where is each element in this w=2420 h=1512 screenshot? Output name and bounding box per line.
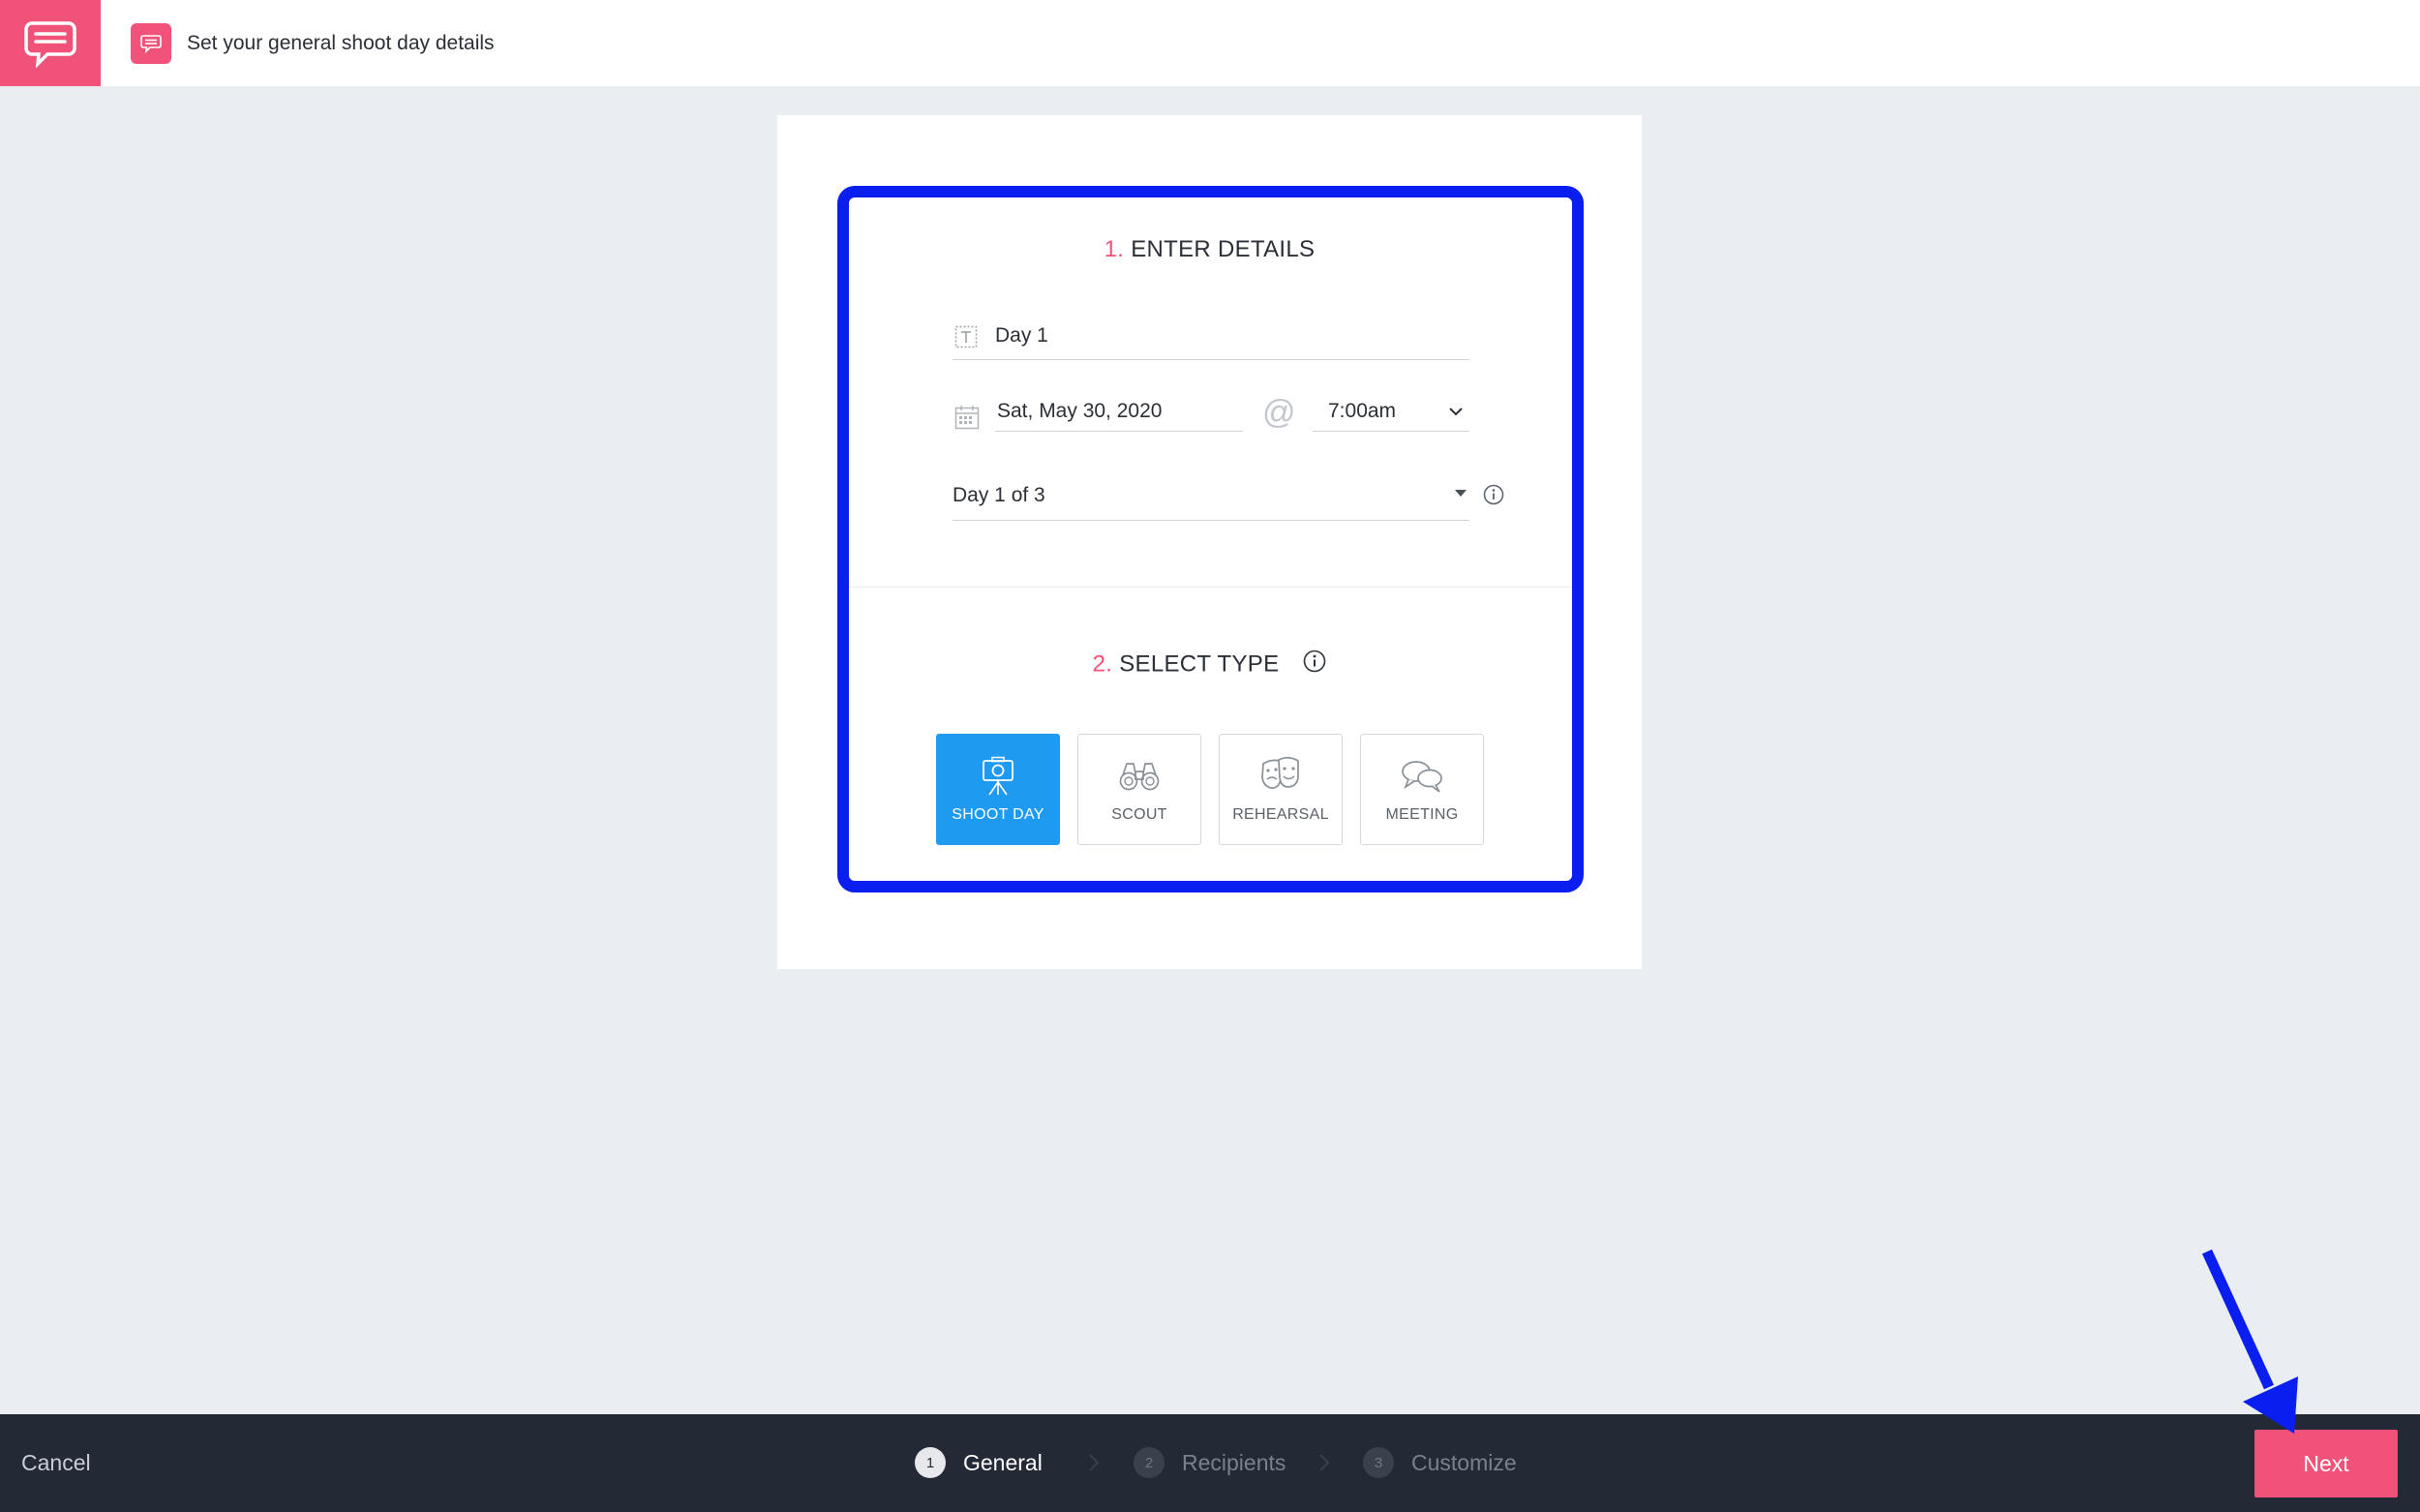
step-customize[interactable]: 3 Customize	[1363, 1447, 1517, 1478]
wizard-footer: Cancel 1 General 2 Recipients 3 Customiz…	[0, 1414, 2420, 1512]
top-header: Set your general shoot day details	[0, 0, 2420, 86]
cancel-button[interactable]: Cancel	[21, 1448, 91, 1477]
step-number-badge: 3	[1363, 1447, 1394, 1478]
annotation-arrow	[2201, 1249, 2298, 1434]
step-number-badge: 2	[1134, 1447, 1165, 1478]
step-label: Recipients	[1182, 1449, 1286, 1475]
chat-bubble-icon	[24, 20, 76, 68]
step-label: General	[963, 1449, 1043, 1475]
step-general[interactable]: 1 General	[915, 1447, 1043, 1478]
annotation-highlight-box	[837, 186, 1584, 892]
chevron-right-icon	[1089, 1454, 1100, 1471]
chat-bubble-icon	[140, 35, 162, 53]
step-number-badge: 1	[915, 1447, 946, 1478]
step-recipients[interactable]: 2 Recipients	[1134, 1447, 1286, 1478]
next-button[interactable]: Next	[2254, 1430, 2398, 1497]
header-badge	[131, 23, 171, 64]
step-label: Customize	[1411, 1449, 1517, 1475]
page-title: Set your general shoot day details	[187, 32, 495, 54]
app-logo[interactable]	[0, 0, 101, 86]
chevron-right-icon	[1319, 1454, 1330, 1471]
